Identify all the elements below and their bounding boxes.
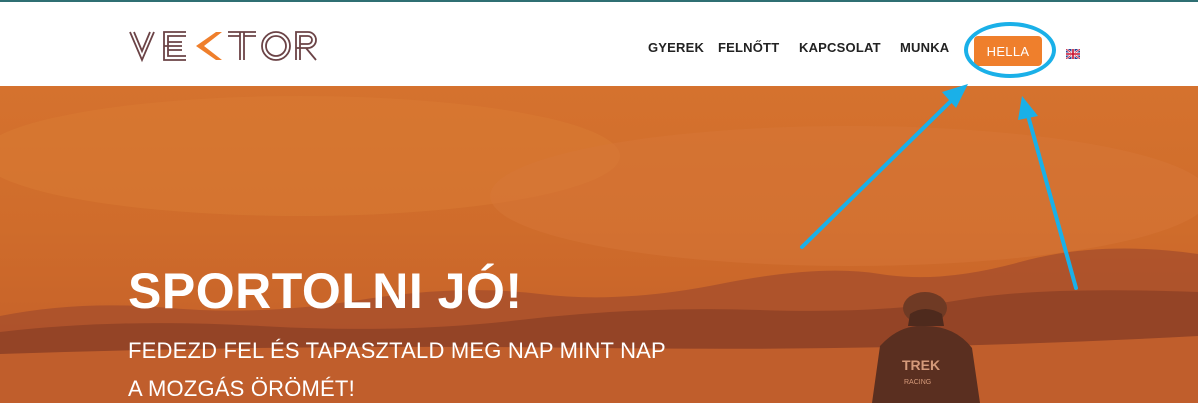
hero-title: SPORTOLNI JÓ! — [128, 263, 523, 319]
hero-banner: TREK RACING SPORTOLNI JÓ! FEDEZD FEL ÉS … — [0, 86, 1198, 403]
shirt-text-trek: TREK — [902, 357, 940, 373]
hella-button[interactable]: HELLA — [974, 36, 1042, 66]
vector-logo[interactable] — [128, 26, 318, 66]
nav-item-gyerek[interactable]: GYEREK — [648, 40, 704, 55]
nav-item-kapcsolat[interactable]: KAPCSOLAT — [799, 40, 881, 55]
nav-item-munka[interactable]: MUNKA — [900, 40, 949, 55]
shirt-text-racing: RACING — [904, 379, 931, 386]
hero-subtitle-line2: A MOZGÁS ÖRÖMÉT! — [128, 376, 355, 401]
uk-flag-icon[interactable] — [1065, 46, 1081, 60]
hero-subtitle-line1: FEDEZD FEL ÉS TAPASZTALD MEG NAP MINT NA… — [128, 338, 666, 363]
site-header: GYEREK FELNŐTT KAPCSOLAT MUNKA HELLA — [0, 2, 1198, 86]
nav-item-felnott[interactable]: FELNŐTT — [718, 40, 779, 55]
